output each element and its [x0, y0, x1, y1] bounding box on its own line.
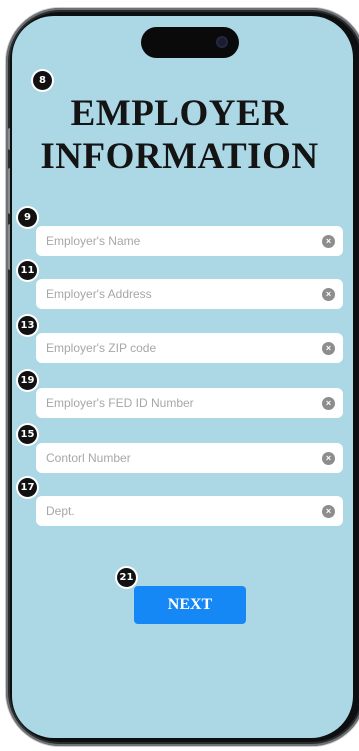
control-number-field[interactable]: ×: [36, 443, 343, 473]
dept-field[interactable]: ×: [36, 496, 343, 526]
clear-circle-icon[interactable]: ×: [322, 451, 335, 465]
annotation-badge-dept: 17: [18, 478, 37, 497]
page-title-line2: INFORMATION: [40, 136, 319, 177]
annotation-badge-fed-id: 19: [18, 371, 37, 390]
annotation-badge-name: 9: [18, 208, 37, 227]
employer-address-input[interactable]: [44, 286, 322, 302]
page-title-line1: EMPLOYER: [70, 93, 289, 134]
control-number-input[interactable]: [44, 450, 322, 466]
employer-zip-field[interactable]: ×: [36, 333, 343, 363]
dynamic-island: [141, 27, 239, 58]
employer-address-field[interactable]: ×: [36, 279, 343, 309]
clear-circle-icon[interactable]: ×: [322, 396, 335, 410]
employer-name-input[interactable]: [44, 233, 322, 249]
clear-circle-icon[interactable]: ×: [322, 287, 335, 301]
annotation-badge-address: 11: [18, 261, 37, 280]
employer-name-field[interactable]: ×: [36, 226, 343, 256]
next-button[interactable]: NEXT: [134, 586, 246, 624]
annotation-badge-next: 21: [117, 568, 136, 587]
dept-input[interactable]: [44, 503, 322, 519]
clear-circle-icon[interactable]: ×: [322, 341, 335, 355]
clear-circle-icon[interactable]: ×: [322, 504, 335, 518]
annotation-badge-title: 8: [33, 71, 52, 90]
employer-fed-id-field[interactable]: ×: [36, 388, 343, 418]
annotation-badge-zip: 13: [18, 316, 37, 335]
annotation-badge-control: 15: [18, 425, 37, 444]
camera-icon: [216, 36, 228, 48]
employer-zip-input[interactable]: [44, 340, 322, 356]
employer-fed-id-input[interactable]: [44, 395, 322, 411]
clear-circle-icon[interactable]: ×: [322, 234, 335, 248]
